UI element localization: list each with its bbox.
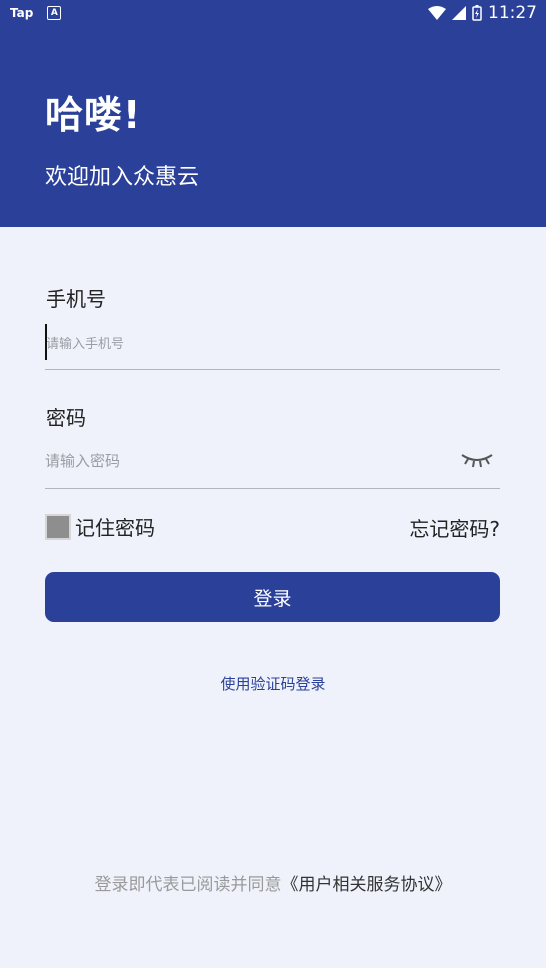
remember-checkbox[interactable]	[45, 513, 71, 540]
password-input[interactable]	[45, 441, 445, 481]
login-button[interactable]: 登录	[45, 572, 500, 622]
agreement-link[interactable]: 《用户相关服务协议》	[282, 875, 452, 895]
remember-label: 记住密码	[75, 516, 155, 540]
header-banner: Tap A 11:27 哈喽! 欢迎加入众惠云	[0, 0, 546, 227]
status-left: Tap A	[10, 6, 62, 20]
status-right: 11:27	[428, 3, 537, 23]
clock: 11:27	[488, 3, 537, 23]
phone-field[interactable]	[45, 322, 500, 370]
password-label: 密码	[46, 406, 86, 430]
signal-icon	[452, 6, 466, 20]
phone-label: 手机号	[46, 287, 106, 311]
forgot-password-link[interactable]: 忘记密码?	[409, 513, 500, 542]
password-field[interactable]	[45, 441, 500, 489]
status-bar: Tap A 11:27	[0, 0, 546, 28]
remember-password-toggle[interactable]: 记住密码	[45, 512, 155, 541]
wifi-icon	[428, 6, 446, 20]
eye-closed-icon[interactable]	[460, 449, 494, 469]
battery-icon	[472, 5, 482, 21]
text-cursor	[45, 324, 47, 360]
phone-input[interactable]	[45, 322, 446, 366]
app-badge-icon: A	[47, 6, 62, 20]
welcome-subtitle: 欢迎加入众惠云	[45, 165, 200, 190]
greeting-title: 哈喽!	[45, 93, 142, 137]
carrier-label: Tap	[10, 6, 34, 20]
agreement-prefix: 登录即代表已阅读并同意	[94, 875, 282, 895]
agreement-text: 登录即代表已阅读并同意《用户相关服务协议》	[0, 870, 546, 895]
code-login-link[interactable]: 使用验证码登录	[0, 673, 546, 694]
